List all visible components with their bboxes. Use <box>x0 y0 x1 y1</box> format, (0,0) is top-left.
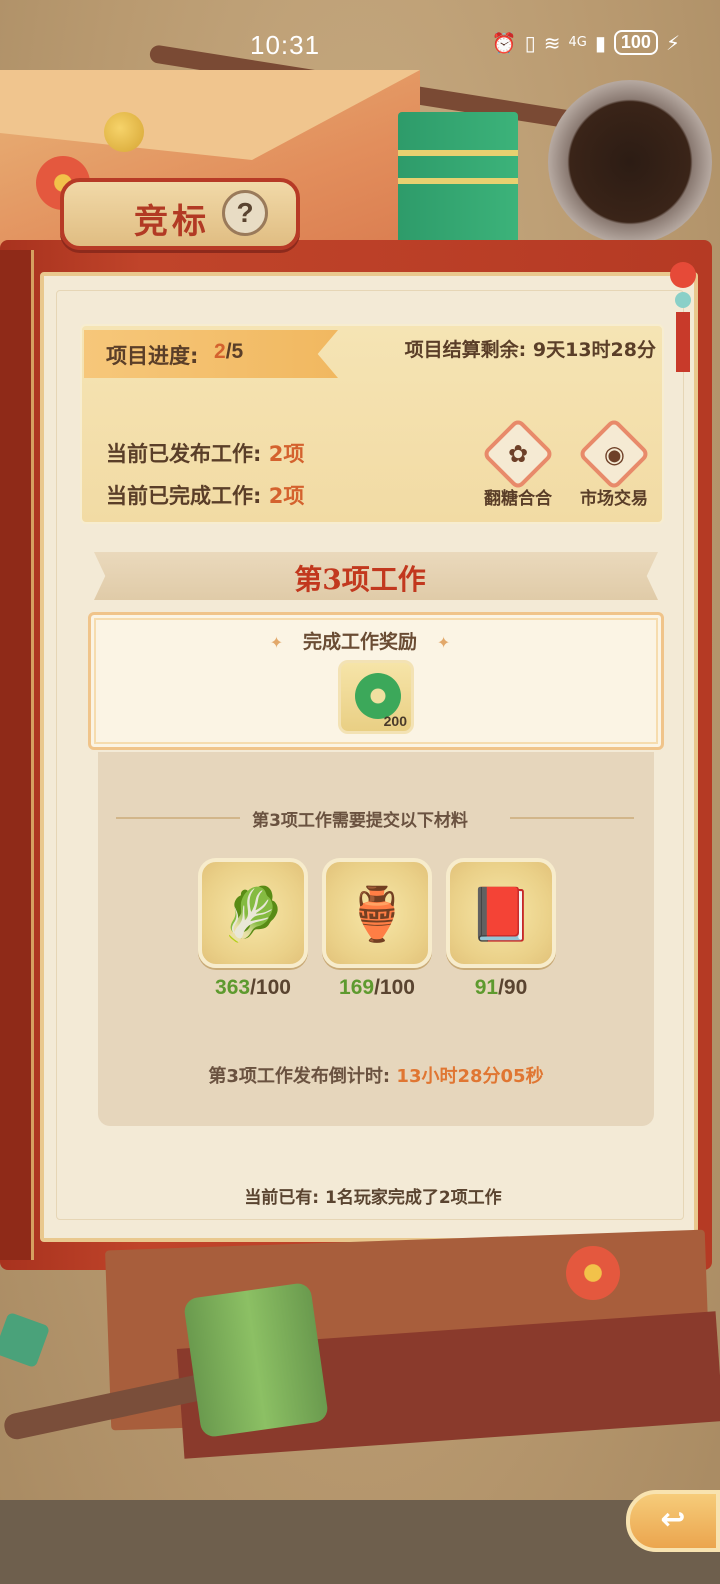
progress-current: 2 <box>214 340 226 363</box>
material-have: 363 <box>215 976 251 999</box>
reward-count: 200 <box>383 713 407 729</box>
material-slot-bowl[interactable]: 🏺 <box>322 858 432 968</box>
signal-icon: ▮ <box>594 30 606 55</box>
completed-label: 当前已完成工作: <box>106 484 262 508</box>
published-label: 当前已发布工作: <box>106 442 262 466</box>
money-bag-icon: ◉ <box>603 439 625 468</box>
material-need: /100 <box>250 976 291 999</box>
material-slot-book[interactable]: 📕 <box>446 858 556 968</box>
material-need: /100 <box>374 976 415 999</box>
flower-decoration <box>566 1246 620 1300</box>
countdown-label: 第3项工作发布倒计时: <box>208 1066 391 1087</box>
reward-title: 完成工作奖励 <box>302 631 417 653</box>
status-icons: ⏰ ▯ ≋ 4G ▮ 100 ⚡ <box>492 30 680 55</box>
material-need: /90 <box>498 976 528 999</box>
material-count-bowl: 169/100 <box>322 976 432 1000</box>
published-stat: 当前已发布工作: 2项 <box>106 438 304 468</box>
help-button[interactable]: ? <box>222 190 268 236</box>
progress-total: /5 <box>225 340 244 363</box>
network-type: 4G <box>568 35 587 50</box>
status-time: 10:31 <box>250 30 321 60</box>
tassel-decoration <box>670 262 696 382</box>
publish-countdown: 第3项工作发布倒计时: 13小时28分05秒 <box>0 1062 720 1088</box>
green-book-band-decoration <box>398 150 518 184</box>
wifi-icon: ≋ <box>543 30 561 55</box>
book-icon: 📕 <box>468 885 534 945</box>
reward-item[interactable]: 200 <box>338 660 414 734</box>
charging-icon: ⚡ <box>665 30 680 55</box>
vibrate-icon: ▯ <box>524 30 536 55</box>
candy-merge-button[interactable]: ✿ 翻糖合合 <box>478 417 558 509</box>
radish-icon: 🥬 <box>220 885 286 945</box>
status-bar: 10:31 ⏰ ▯ ≋ 4G ▮ 100 ⚡ <box>0 0 720 92</box>
material-slot-radish[interactable]: 🥬 <box>198 858 308 968</box>
material-count-book: 91/90 <box>446 976 556 1000</box>
material-have: 169 <box>339 976 375 999</box>
coin-decoration <box>104 112 144 152</box>
sparkle-icon: ✦ <box>436 633 451 652</box>
ink-pot-decoration <box>548 80 712 244</box>
reward-title-row: ✦ 完成工作奖励 ✦ <box>0 627 720 654</box>
countdown-value: 13小时28分05秒 <box>396 1066 544 1087</box>
published-value: 2项 <box>268 442 305 466</box>
completed-value: 2项 <box>268 484 305 508</box>
material-count-radish: 363/100 <box>198 976 308 1000</box>
page-title: 竞标 <box>134 202 210 242</box>
bottom-bar <box>0 1500 720 1584</box>
book-spine <box>0 250 34 1260</box>
market-trade-button[interactable]: ◉ 市场交易 <box>574 417 654 509</box>
job-title: 第3项工作 <box>294 563 426 596</box>
material-have: 91 <box>474 976 499 999</box>
candy-icon: ✿ <box>507 439 529 468</box>
progress-label: 项目进度: <box>106 344 199 368</box>
back-arrow-icon: ↩ <box>660 1502 686 1537</box>
completed-stat: 当前已完成工作: 2项 <box>106 480 304 510</box>
alarm-icon: ⏰ <box>491 30 517 55</box>
battery-icon: 100 <box>613 30 658 55</box>
materials-heading: 第3项工作需要提交以下材料 <box>252 811 468 831</box>
progress-value: 2/5 <box>214 340 243 364</box>
bowl-icon: 🏺 <box>344 885 410 945</box>
players-completed: 当前已有: 1名玩家完成了2项工作 <box>244 1188 502 1208</box>
settle-remaining: 项目结算剩余: 9天13时28分 <box>404 339 656 361</box>
sparkle-icon: ✦ <box>269 633 284 652</box>
gavel-head-decoration <box>182 1281 330 1439</box>
back-button[interactable]: ↩ <box>626 1490 720 1552</box>
